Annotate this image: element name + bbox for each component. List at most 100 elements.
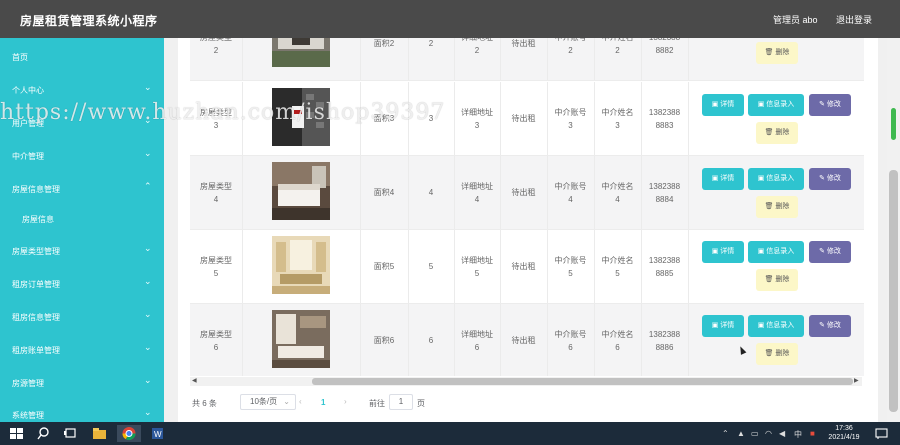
tray-expand-icon[interactable]: ⌃ [722,429,729,438]
chevron-down-icon: ⌄ [144,375,152,385]
windows-start-icon[interactable] [8,425,25,442]
sidebar-item-user-management[interactable]: 用户管理 ⌄ [0,112,164,134]
cell-number: 3 [428,114,434,123]
page-unit-label: 页 [417,399,425,408]
cell-phone: 1382388 8885 [648,256,681,278]
vertical-scrollbar[interactable] [887,38,900,422]
edit-button[interactable]: ✎ 修改 [809,315,851,337]
sidebar-item-label: 中介管理 [12,152,44,161]
scrollbar-thumb[interactable] [312,378,853,385]
scroll-left-icon[interactable]: ◀ [192,377,197,384]
cell-address: 详细地址 3 [461,108,493,130]
cell-number: 2 [428,39,434,48]
info-entry-icon: ▣ [757,175,767,182]
sidebar-item-home[interactable]: 首页 [0,46,164,68]
edit-button-label: 修改 [826,322,841,329]
page-size-select[interactable]: 10条/页 ⌄ [240,394,296,410]
edit-icon: ✎ [819,248,827,255]
delete-button[interactable]: 🗑 删除 [756,269,798,291]
sidebar-item-rent-order-management[interactable]: 租房订单管理 ⌄ [0,273,164,295]
info-entry-icon: ▣ [757,101,767,108]
edit-button[interactable]: ✎ 修改 [809,168,851,190]
sidebar-item-house-info-management[interactable]: 房屋信息管理 ⌃ [0,178,164,200]
cell-house-type: 房屋类型 6 [200,330,232,352]
edit-button[interactable]: ✎ 修改 [809,241,851,263]
edit-button-label: 修改 [826,175,841,182]
delete-button[interactable]: 🗑 删除 [756,122,798,144]
trash-icon: 🗑 [764,203,776,210]
scroll-right-icon[interactable]: ▶ [854,377,859,384]
prev-page-button[interactable]: ‹ [299,397,302,406]
next-page-button[interactable]: › [344,397,347,406]
detail-button[interactable]: ▣ 详情 [702,94,744,116]
table-row: 房屋类型 2 面积2 2 详细地址 2 待出租 中介账号 2 中介姓名 2 13… [190,38,864,81]
info-entry-button-label: 信息录入 [766,248,795,255]
word-icon[interactable]: W [149,425,166,442]
info-entry-button[interactable]: ▣ 信息录入 [748,241,804,263]
horizontal-scrollbar[interactable]: ◀ ▶ [190,377,862,386]
delete-button[interactable]: 🗑 删除 [756,343,798,365]
info-entry-button-label: 信息录入 [766,322,795,329]
wifi-icon[interactable]: ◠ [765,429,772,438]
info-entry-button[interactable]: ▣ 信息录入 [748,315,804,337]
edit-button[interactable]: ✎ 修改 [809,94,851,116]
sidebar-item-agent-management[interactable]: 中介管理 ⌄ [0,145,164,167]
detail-button[interactable]: ▣ 详情 [702,168,744,190]
file-explorer-icon[interactable] [91,425,108,442]
ime-indicator[interactable]: 中 [794,429,802,440]
cell-agent-account: 中介账号 6 [554,330,587,352]
house-photo [272,236,330,294]
chevron-down-icon: ⌄ [144,407,152,417]
sidebar-item-personal-center[interactable]: 个人中心 ⌄ [0,79,164,101]
sidebar-item-label: 房屋类型管理 [12,247,60,256]
cell-area: 面积2 [373,39,395,48]
detail-button[interactable]: ▣ 详情 [702,241,744,263]
detail-button[interactable]: ▣ 详情 [702,315,744,337]
scrollbar-thumb[interactable] [889,170,898,412]
cell-phone: 1382388 8886 [648,330,681,352]
search-icon[interactable] [35,425,52,442]
cell-number: 5 [428,262,434,271]
info-entry-button[interactable]: ▣ 信息录入 [748,94,804,116]
delete-button[interactable]: 🗑 删除 [756,196,798,218]
clock[interactable]: 17:36 2021/4/19 [824,424,864,442]
page-number-current[interactable]: 1 [321,398,325,407]
sidebar-item-house-type-management[interactable]: 房屋类型管理 ⌄ [0,240,164,262]
sidebar-item-rent-info-management[interactable]: 租房信息管理 ⌄ [0,306,164,328]
delete-button[interactable]: 🗑 删除 [756,42,798,64]
chrome-icon[interactable] [117,425,141,442]
goto-page-input[interactable]: 1 [389,394,413,410]
svg-text:W: W [154,430,162,439]
sidebar-item-house-info[interactable]: 房屋信息 [0,208,164,230]
sidebar-item-listing-management[interactable]: 房源管理 ⌄ [0,372,164,394]
table-row: 房屋类型 4 面积4 4 详细地址 4 待出租 中介账号 4 中介姓名 4 13… [190,156,864,230]
chevron-down-icon: ⌄ [283,397,290,406]
detail-icon: ▣ [711,101,721,108]
volume-icon[interactable]: ◀ [779,429,785,438]
house-photo [272,38,330,67]
task-view-icon[interactable] [62,425,79,442]
trash-icon: 🗑 [764,350,776,357]
cell-phone: 1382388 8882 [649,38,680,55]
tray-app-icon[interactable]: ▲ [737,429,745,438]
sidebar-item-label: 个人中心 [12,86,44,95]
scroll-indicator [891,108,896,140]
sidebar-item-rent-bill-management[interactable]: 租房账单管理 ⌄ [0,339,164,361]
cell-status: 待出租 [511,262,536,271]
pagination: 共 6 条 10条/页 ⌄ ‹ 1 › 前往 1 页 [178,390,878,420]
cell-house-type: 房屋类型 3 [200,108,232,130]
notification-icon[interactable] [873,425,890,442]
chevron-down-icon: ⌄ [144,276,152,286]
cell-status: 待出租 [511,114,536,123]
house-photo [272,88,330,146]
info-entry-button[interactable]: ▣ 信息录入 [748,168,804,190]
sidebar-item-system-management[interactable]: 系统管理 ⌄ [0,404,164,422]
edit-button-label: 修改 [826,101,841,108]
network-icon[interactable]: ▭ [751,429,759,438]
table-row: 房屋类型 6 面积6 6 详细地址 6 待出租 中介账号 6 中介姓名 6 13… [190,304,864,376]
chevron-down-icon: ⌄ [144,243,152,253]
logout-link[interactable]: 退出登录 [836,13,872,26]
antivirus-icon[interactable]: ■ [810,429,815,438]
cell-address: 详细地址 5 [461,256,493,278]
divider [688,230,689,303]
